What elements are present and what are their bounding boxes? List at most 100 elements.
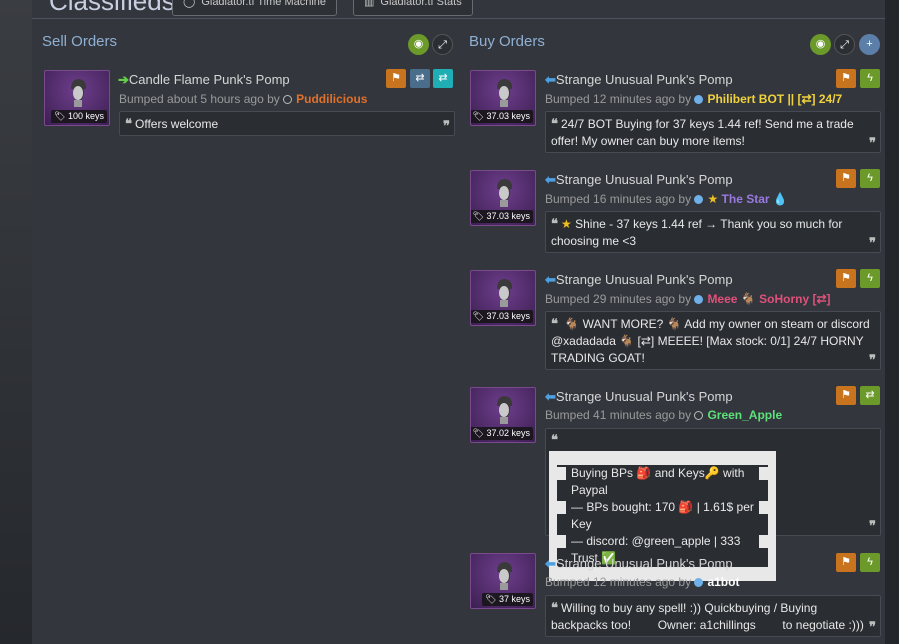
sell-message: ❝ Offers welcome ❞: [119, 111, 455, 136]
buy-arrow-icon: ⬅: [545, 556, 556, 571]
buy-order-title[interactable]: ⬅Strange Unusual Punk's Pomp: [545, 556, 733, 572]
trade-direct-button[interactable]: ⇄: [433, 69, 453, 88]
instant-trade-button[interactable]: ϟ: [860, 553, 880, 572]
sell-arrow-icon: ➔: [118, 72, 129, 87]
price-badge: 🏷 37.03 keys: [471, 210, 533, 223]
goat-icon: 🐐: [666, 317, 682, 331]
price-badge: 🏷 37 keys: [482, 593, 533, 606]
status-online-icon: [694, 195, 704, 205]
buy-orders-title: Buy Orders: [469, 33, 545, 50]
expand-icon[interactable]: ⤢: [432, 34, 453, 55]
buy-item-1[interactable]: 🏷 37.03 keys: [470, 170, 536, 226]
classifieds-panel: Classifieds ◯ Gladiator.tf Time Machine ▥…: [32, 0, 885, 644]
instant-trade-button[interactable]: ϟ: [860, 269, 880, 288]
quote-close-icon: ❞: [869, 518, 876, 533]
buyer-name[interactable]: a1bot: [707, 575, 739, 589]
buyer-name[interactable]: Meee 🐐 SoHorny [⇄]: [707, 292, 830, 306]
quote-close-icon: ❞: [443, 118, 450, 133]
buy-message: ❝ 🐐 WANT MORE? 🐐 Add my owner on steam o…: [545, 311, 881, 370]
page-background-right: [885, 0, 899, 644]
report-flag-button[interactable]: ⚑: [836, 386, 856, 405]
toggle-visibility-icon[interactable]: ◉: [810, 34, 831, 55]
quote-open-icon: ❝: [551, 216, 558, 231]
sell-item-0[interactable]: 🏷 100 keys: [44, 70, 110, 126]
punks-pomp-icon: [71, 79, 87, 107]
trade-offer-button[interactable]: ⇄: [410, 69, 430, 88]
report-flag-button[interactable]: ⚑: [836, 169, 856, 188]
sell-orders-title: Sell Orders: [42, 33, 118, 50]
buy-arrow-icon: ⬅: [545, 272, 556, 287]
status-online-icon: [694, 95, 704, 105]
clock-icon: ◯: [183, 0, 196, 8]
add-order-icon[interactable]: +: [859, 34, 880, 55]
buy-message: ❝ Willing to buy any spell! :)) Quickbuyi…: [545, 595, 881, 637]
buy-order-title[interactable]: ⬅Strange Unusual Punk's Pomp: [545, 72, 733, 88]
report-flag-button[interactable]: ⚑: [836, 553, 856, 572]
buy-order-title[interactable]: ⬅Strange Unusual Punk's Pomp: [545, 272, 733, 288]
buyer-name[interactable]: Green_Apple: [707, 408, 782, 422]
quote-close-icon: ❞: [869, 619, 876, 634]
key-icon: 🔑: [704, 466, 720, 480]
buy-item-0[interactable]: 🏷 37.03 keys: [470, 70, 536, 126]
seller-name[interactable]: Puddilicious: [296, 92, 367, 106]
trade-offer-button[interactable]: ⇄: [860, 386, 880, 405]
report-flag-button[interactable]: ⚑: [836, 269, 856, 288]
panel-header: Classifieds ◯ Gladiator.tf Time Machine ▥…: [32, 0, 885, 19]
report-flag-button[interactable]: ⚑: [836, 69, 856, 88]
goat-icon: 🐐: [740, 292, 756, 306]
expand-icon[interactable]: ⤢: [834, 34, 855, 55]
buy-bumped-line: Bumped 12 minutes ago by a1bot: [545, 575, 740, 589]
backpack-icon: 🎒: [678, 500, 694, 514]
price-badge: 🏷 37.03 keys: [471, 110, 533, 123]
buy-item-3[interactable]: 🏷 37.02 keys: [470, 387, 536, 443]
price-badge: 🏷 37.03 keys: [471, 310, 533, 323]
time-machine-tab[interactable]: ◯ Gladiator.tf Time Machine: [172, 0, 338, 16]
quote-open-icon: ❝: [551, 316, 558, 331]
buy-order-title[interactable]: ⬅Strange Unusual Punk's Pomp: [545, 172, 733, 188]
buy-message: ❝ ★ Shine - 37 keys 1.44 ref → Thank you …: [545, 211, 881, 253]
price-badge: 🏷 37.02 keys: [471, 427, 533, 440]
buy-arrow-icon: ⬅: [545, 389, 556, 404]
status-online-icon: [694, 295, 704, 305]
quote-close-icon: ❞: [869, 352, 876, 367]
buy-arrow-icon: ⬅: [545, 72, 556, 87]
buy-item-4[interactable]: 🏷 37 keys: [470, 553, 536, 609]
buy-arrow-icon: ⬅: [545, 172, 556, 187]
buy-bumped-line: Bumped 12 minutes ago by Philibert BOT |…: [545, 92, 843, 106]
punks-pomp-icon: [497, 562, 513, 590]
quote-open-icon: ❝: [125, 116, 132, 131]
punks-pomp-icon: [497, 179, 513, 207]
buy-bumped-line: Bumped 41 minutes ago by Green_Apple: [545, 408, 783, 422]
quote-close-icon: ❞: [869, 135, 876, 150]
page-title: Classifieds: [49, 0, 175, 16]
toggle-visibility-icon[interactable]: ◉: [408, 34, 429, 55]
punks-pomp-icon: [497, 79, 513, 107]
punks-pomp-icon: [497, 396, 513, 424]
droplet-icon: 💧: [772, 192, 788, 206]
quote-open-icon: ❝: [551, 116, 558, 131]
instant-trade-button[interactable]: ϟ: [860, 69, 880, 88]
backpack-icon: 🎒: [636, 466, 652, 480]
buy-item-2[interactable]: 🏷 37.03 keys: [470, 270, 536, 326]
chart-icon: ▥: [364, 0, 375, 8]
buy-message: ❝ 24/7 BOT Buying for 37 keys 1.44 ref! S…: [545, 111, 881, 153]
sell-order-title[interactable]: ➔Candle Flame Punk's Pomp: [118, 72, 290, 88]
sell-bumped-line: Bumped about 5 hours ago by Puddilicious: [119, 92, 368, 106]
price-badge: 🏷 100 keys: [51, 110, 107, 123]
goat-icon: 🐐: [619, 334, 635, 348]
instant-trade-button[interactable]: ϟ: [860, 169, 880, 188]
status-offline-icon: [694, 411, 704, 421]
buyer-name[interactable]: The Star: [722, 192, 770, 206]
buyer-name[interactable]: Philibert BOT || [⇄] 24/7: [707, 92, 842, 106]
report-flag-button[interactable]: ⚑: [386, 69, 406, 88]
stats-tab[interactable]: ▥ Gladiator.tf Stats: [353, 0, 473, 16]
quote-open-icon: ❝: [551, 600, 558, 615]
punks-pomp-icon: [497, 279, 513, 307]
star-icon: ★: [561, 217, 572, 231]
page-background-left: [0, 0, 32, 644]
buy-bumped-line: Bumped 29 minutes ago by Meee 🐐 SoHorny …: [545, 292, 831, 306]
status-offline-icon: [283, 95, 293, 105]
buy-order-title[interactable]: ⬅Strange Unusual Punk's Pomp: [545, 389, 733, 405]
status-online-icon: [694, 578, 704, 588]
buy-bumped-line: Bumped 16 minutes ago by ★ The Star 💧: [545, 192, 788, 206]
